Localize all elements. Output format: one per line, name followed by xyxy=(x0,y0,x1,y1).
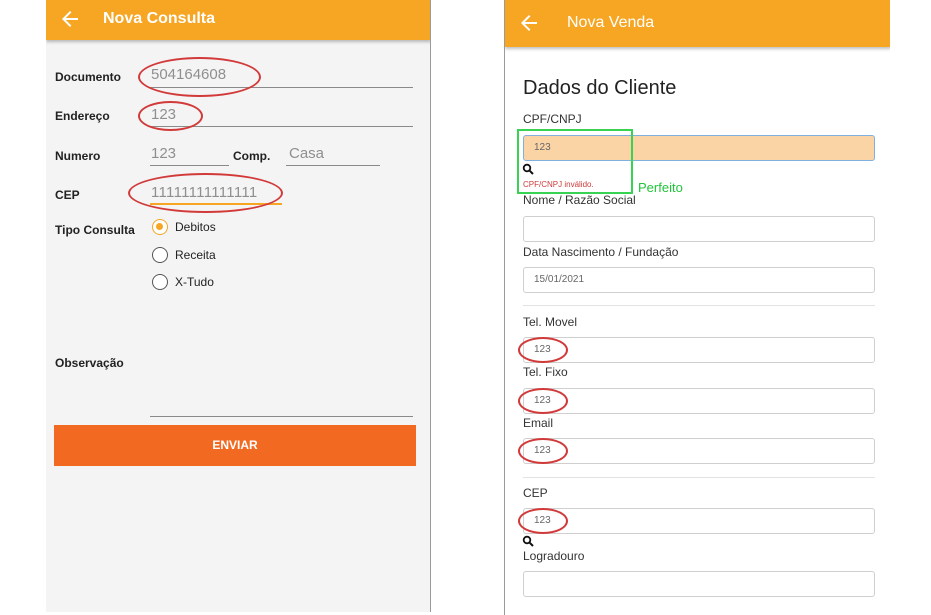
endereco-underline xyxy=(150,126,413,127)
numero-label: Numero xyxy=(55,149,101,163)
page-title: Nova Venda xyxy=(567,14,655,31)
comp-input[interactable]: Casa xyxy=(289,145,324,162)
search-icon[interactable] xyxy=(522,163,534,175)
email-label: Email xyxy=(523,416,554,430)
back-arrow-icon[interactable] xyxy=(58,7,82,31)
cep-input[interactable]: 11111111111111 xyxy=(151,184,258,201)
divider xyxy=(523,477,875,478)
endereco-label: Endereço xyxy=(55,109,110,123)
tel-movel-input[interactable]: 123 xyxy=(523,337,875,363)
comp-label: Comp. xyxy=(233,149,271,163)
tel-fixo-label: Tel. Fixo xyxy=(523,365,568,379)
radio-xtudo-label[interactable]: X-Tudo xyxy=(175,275,214,289)
email-input[interactable]: 123 xyxy=(523,438,875,464)
radio-xtudo[interactable] xyxy=(152,274,168,290)
nascimento-input[interactable]: 15/01/2021 xyxy=(523,267,875,293)
endereco-input[interactable]: 123 xyxy=(151,106,176,123)
nova-venda-screen: Nova Venda Dados do Cliente CPF/CNPJ 123… xyxy=(504,0,890,615)
back-arrow-icon[interactable] xyxy=(517,11,541,35)
cep-label: CEP xyxy=(523,486,548,500)
tel-fixo-input[interactable]: 123 xyxy=(523,388,875,414)
logradouro-label: Logradouro xyxy=(523,549,585,563)
nome-label: Nome / Razão Social xyxy=(523,193,636,207)
comp-underline xyxy=(286,165,380,166)
documento-input[interactable]: 504164608 xyxy=(151,66,226,83)
documento-underline xyxy=(150,87,413,88)
cep-underline xyxy=(150,203,282,205)
cep-label: CEP xyxy=(55,188,80,202)
numero-underline xyxy=(150,165,229,166)
page-title: Nova Consulta xyxy=(103,10,216,27)
annotation-perfeito: Perfeito xyxy=(638,180,683,195)
app-bar: Nova Venda xyxy=(505,0,890,47)
enviar-button[interactable]: ENVIAR xyxy=(54,425,416,466)
radio-receita-label[interactable]: Receita xyxy=(175,248,216,262)
radio-receita[interactable] xyxy=(152,247,168,263)
logradouro-input[interactable] xyxy=(523,571,875,597)
cpf-error-text: CPF/CNPJ inválido. xyxy=(523,180,594,189)
observacao-label: Observação xyxy=(55,356,124,370)
nome-input[interactable] xyxy=(523,216,875,242)
tel-movel-label: Tel. Movel xyxy=(523,315,578,329)
nova-consulta-screen: Nova Consulta Documento 504164608 Endere… xyxy=(46,0,431,612)
numero-input[interactable]: 123 xyxy=(151,145,176,162)
nascimento-label: Data Nascimento / Fundação xyxy=(523,245,679,259)
documento-label: Documento xyxy=(55,70,121,84)
cpf-label: CPF/CNPJ xyxy=(523,112,582,126)
search-icon[interactable] xyxy=(522,535,534,547)
radio-debitos[interactable] xyxy=(152,219,168,235)
cpf-input[interactable]: 123 xyxy=(523,135,875,161)
tipo-consulta-label: Tipo Consulta xyxy=(55,223,135,237)
radio-debitos-label[interactable]: Debitos xyxy=(175,220,216,234)
section-title: Dados do Cliente xyxy=(523,77,677,99)
cep-input[interactable]: 123 xyxy=(523,508,875,534)
observacao-underline xyxy=(150,416,413,417)
divider xyxy=(523,305,875,306)
app-bar: Nova Consulta xyxy=(46,0,430,40)
